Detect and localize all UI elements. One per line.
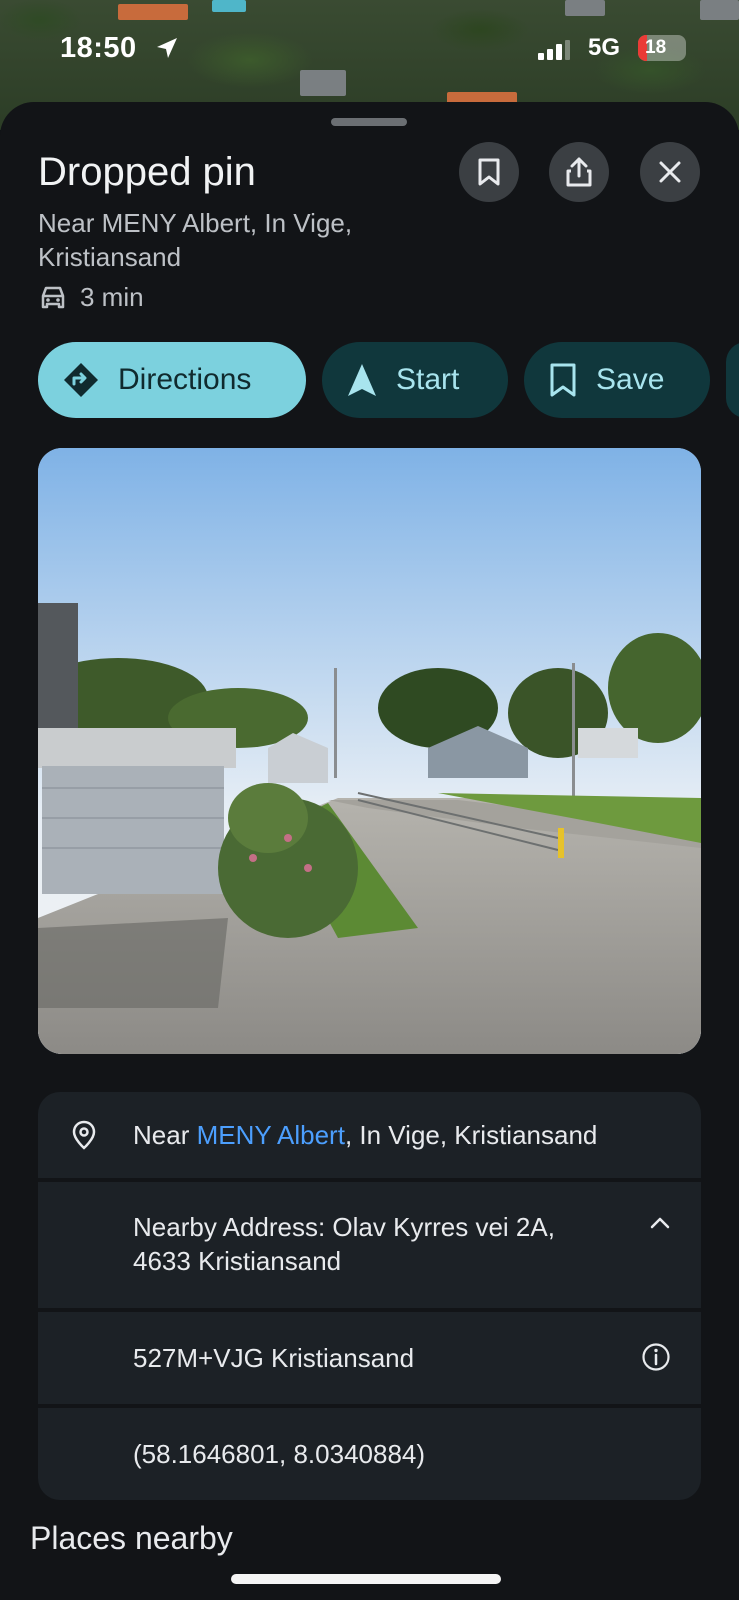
share-button[interactable] [549,142,609,202]
save-button[interactable]: Save [524,342,710,418]
network-type: 5G [588,34,621,61]
place-title: Dropped pin [38,150,256,194]
navigation-arrow-icon [348,364,376,396]
save-icon-button[interactable] [459,142,519,202]
place-info-card: Near MENY Albert, In Vige, Kristiansand … [38,1092,701,1504]
start-label: Start [396,363,460,396]
directions-icon [64,363,98,397]
near-prefix: Near [133,1120,197,1150]
bookmark-icon [478,158,500,186]
drive-time-label: 3 min [80,282,144,312]
start-button[interactable]: Start [322,342,508,418]
street-scene-illustration [38,448,701,1054]
street-view-photo[interactable] [38,448,701,1054]
place-subtitle: Near MENY Albert, In Vige, Kristiansand [38,208,353,272]
nearby-address-line2: 4633 Kristiansand [133,1246,342,1276]
battery-level: 18 [645,37,667,58]
more-actions-chip[interactable] [726,342,739,418]
nearby-address-line1: Nearby Address: Olav Kyrres vei 2A, [133,1212,555,1242]
home-indicator[interactable] [231,1574,501,1584]
directions-button[interactable]: Directions [38,342,306,418]
bookmark-icon [550,363,576,397]
places-nearby-heading: Places nearby [30,1520,233,1556]
sheet-drag-handle[interactable] [331,118,407,126]
coordinates-row[interactable]: (58.1646801, 8.0340884) [38,1408,701,1500]
info-icon[interactable] [641,1342,671,1372]
signal-icon [538,40,570,60]
directions-label: Directions [118,363,252,396]
share-icon [566,157,592,187]
nearby-address-text: Nearby Address: Olav Kyrres vei 2A, 4633… [133,1210,555,1278]
location-arrow-icon [157,38,177,58]
save-label: Save [596,363,665,396]
battery-icon: 18 [638,35,686,61]
near-landmark-row[interactable]: Near MENY Albert, In Vige, Kristiansand [38,1092,701,1178]
close-icon [659,161,681,183]
nearby-address-row[interactable]: Nearby Address: Olav Kyrres vei 2A, 4633… [38,1182,701,1308]
location-pin-icon [72,1120,96,1150]
car-icon [41,286,65,308]
chevron-up-icon[interactable] [649,1216,671,1230]
plus-code-text: 527M+VJG Kristiansand [133,1343,415,1373]
drive-time: 3 min [38,282,144,313]
action-chips: Directions Start Save [38,342,739,418]
landmark-link[interactable]: MENY Albert [197,1120,345,1150]
status-time: 18:50 [60,32,137,64]
close-button[interactable] [640,142,700,202]
near-suffix: , In Vige, Kristiansand [344,1120,598,1150]
plus-code-row[interactable]: 527M+VJG Kristiansand [38,1312,701,1404]
near-landmark-text: Near MENY Albert, In Vige, Kristiansand [133,1118,597,1152]
status-bar: 18:50 5G 18 [0,0,739,100]
place-sheet: Dropped pin Near MENY Albert, In Vige, K… [0,102,739,1600]
coordinates-text: (58.1646801, 8.0340884) [133,1439,426,1469]
